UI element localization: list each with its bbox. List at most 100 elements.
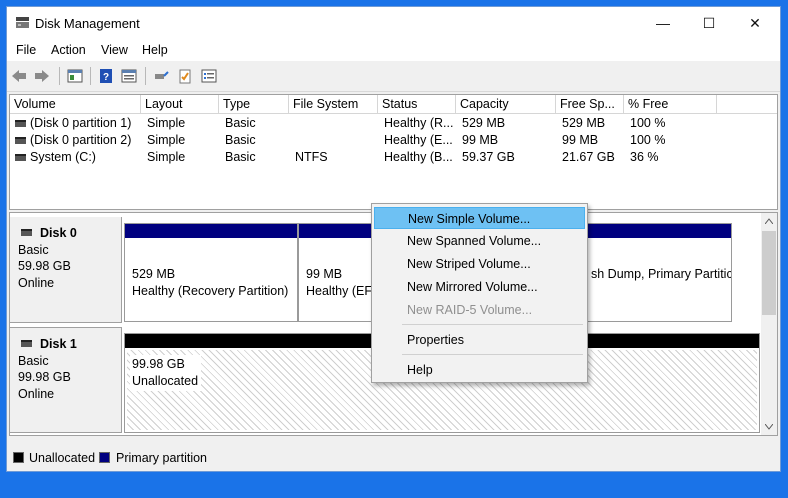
disk-icon [21,229,32,236]
close-button[interactable]: ✕ [732,7,778,39]
menu-view[interactable]: View [101,43,128,57]
list-view-icon[interactable] [201,68,217,84]
disk-type: Basic [18,242,49,257]
disk-name: Disk 1 [40,337,77,351]
disk-info-disk-1[interactable]: Disk 1 Basic 99.98 GB Online [10,327,122,433]
help-icon[interactable]: ? [98,68,114,84]
disk-info-disk-0[interactable]: Disk 0 Basic 59.98 GB Online [10,217,122,323]
partition-status: sh Dump, Primary Partitic [591,267,732,281]
toolbar: ? [7,61,780,92]
volume-free-space: 21.67 GB [562,150,615,164]
menu-new-raid5-volume: New RAID-5 Volume... [407,303,533,317]
maximize-button[interactable]: ☐ [686,7,732,39]
toolbar-separator [59,67,60,85]
column-header-free-space[interactable]: Free Sp... [556,95,624,114]
volume-icon [15,137,26,144]
volume-status: Healthy (B... [384,150,453,164]
scroll-down-icon[interactable] [765,424,773,430]
disk-name: Disk 0 [40,226,77,240]
volume-capacity: 529 MB [462,116,506,130]
column-header-type[interactable]: Type [219,95,289,114]
volume-name: (Disk 0 partition 1) [30,116,132,130]
menu-new-simple-volume[interactable]: New Simple Volume... [374,207,585,229]
disk-icon [21,340,32,347]
volume-status: Healthy (E... [384,133,453,147]
column-header-status[interactable]: Status [378,95,456,114]
volume-list: Volume Layout Type File System Status Ca… [9,94,778,210]
volume-capacity: 99 MB [462,133,499,147]
svg-text:?: ? [103,72,109,83]
volume-type: Basic [225,116,256,130]
disk-size: 99.98 GB [18,370,71,384]
volume-type: Basic [225,133,256,147]
volume-percent-free: 36 % [630,150,659,164]
disk-management-app-icon [16,17,29,28]
volume-capacity: 59.37 GB [462,150,515,164]
disk-status: Online [18,275,55,290]
volume-layout: Simple [147,150,186,164]
menu-file[interactable]: File [16,43,36,57]
legend-swatch-primary [99,452,110,463]
table-row[interactable]: (Disk 0 partition 1) Simple Basic Health… [10,115,777,132]
scroll-up-icon[interactable] [765,218,773,224]
volume-percent-free: 100 % [630,133,666,147]
disk-type: Basic [18,353,49,368]
volume-file-system: NTFS [295,150,328,164]
window-title: Disk Management [35,16,140,31]
menu-help[interactable]: Help [142,43,168,57]
column-header-volume[interactable]: Volume [10,95,141,114]
table-row[interactable]: System (C:) Simple Basic NTFS Healthy (B… [10,149,777,166]
disk-status: Online [18,386,55,401]
volume-icon [15,154,26,161]
disk-size: 59.98 GB [18,259,71,273]
menu-new-spanned-volume[interactable]: New Spanned Volume... [374,230,585,252]
column-header-percent-free[interactable]: % Free [624,95,717,114]
legend-label-unallocated: Unallocated [29,451,96,465]
partition-status: Healthy (EFI [306,284,376,298]
menu-separator [402,324,583,325]
volume-icon [15,120,26,127]
connect-icon[interactable] [153,68,169,84]
partition-status: Healthy (Recovery Partition) [132,284,289,298]
forward-arrow-icon[interactable] [34,68,50,84]
volume-free-space: 99 MB [562,133,599,147]
column-header-layout[interactable]: Layout [141,95,219,114]
column-header-filler [717,95,777,114]
partition-recovery[interactable]: 529 MB Healthy (Recovery Partition) [124,223,298,322]
volume-free-space: 529 MB [562,116,606,130]
volume-layout: Simple [147,116,186,130]
partition-size: 529 MB [132,267,176,281]
minimize-button[interactable]: — [640,7,686,39]
scrollbar-thumb[interactable] [762,231,776,315]
menu-help-item[interactable]: Help [374,359,585,381]
unallocated-size: 99.98 GB [132,357,185,371]
toolbar-separator [145,67,146,85]
menu-bar: File Action View Help [7,39,780,61]
checklist-icon[interactable] [177,68,193,84]
partition-size: 99 MB [306,267,343,281]
unallocated-label: Unallocated [132,374,199,388]
properties-pane-icon[interactable] [121,68,137,84]
volume-layout: Simple [147,133,186,147]
legend: Unallocated Primary partition [9,447,778,469]
volume-type: Basic [225,150,256,164]
title-bar[interactable]: Disk Management — ☐ ✕ [7,7,780,39]
menu-properties[interactable]: Properties [374,329,585,351]
menu-new-mirrored-volume[interactable]: New Mirrored Volume... [374,276,585,298]
menu-action[interactable]: Action [51,43,86,57]
volume-status: Healthy (R... [384,116,454,130]
column-header-file-system[interactable]: File System [289,95,378,114]
disk-view-scrollbar[interactable] [761,213,777,435]
legend-swatch-unallocated [13,452,24,463]
volume-name: (Disk 0 partition 2) [30,133,132,147]
console-tree-icon[interactable] [67,68,83,84]
context-menu: New Simple Volume... New Spanned Volume.… [371,203,588,383]
column-header-capacity[interactable]: Capacity [456,95,556,114]
volume-name: System (C:) [30,150,96,164]
back-arrow-icon[interactable] [11,68,27,84]
primary-partition-bar [125,224,297,238]
table-row[interactable]: (Disk 0 partition 2) Simple Basic Health… [10,132,777,149]
menu-new-striped-volume[interactable]: New Striped Volume... [374,253,585,275]
volume-percent-free: 100 % [630,116,666,130]
legend-label-primary: Primary partition [116,451,207,465]
